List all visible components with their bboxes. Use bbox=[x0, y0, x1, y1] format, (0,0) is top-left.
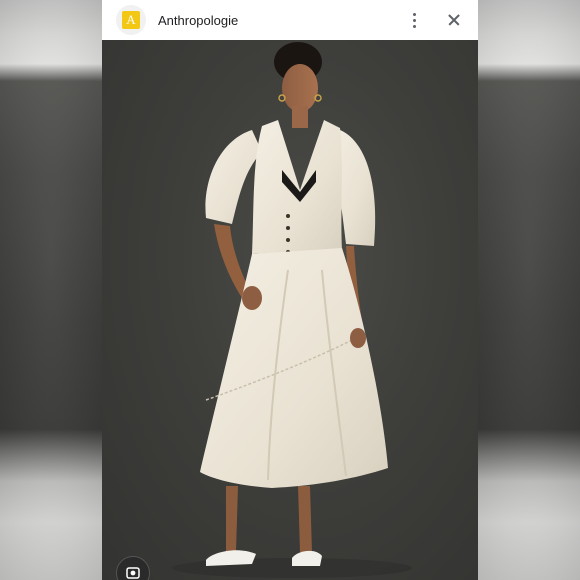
site-logo-icon: A bbox=[122, 11, 140, 29]
lens-search-icon bbox=[126, 567, 140, 579]
site-title[interactable]: Anthropologie bbox=[158, 13, 402, 28]
more-vertical-icon-dot bbox=[412, 18, 416, 22]
screen: A Anthropologie bbox=[0, 0, 580, 580]
close-button[interactable] bbox=[440, 6, 468, 34]
more-options-button[interactable] bbox=[402, 6, 426, 34]
image-viewer: A Anthropologie bbox=[102, 0, 478, 580]
site-favicon[interactable]: A bbox=[116, 5, 146, 35]
blurred-background-right bbox=[478, 0, 580, 580]
viewer-header: A Anthropologie bbox=[102, 0, 478, 40]
product-photo[interactable] bbox=[102, 40, 478, 580]
more-vertical-icon bbox=[412, 12, 416, 16]
model-in-white-dress bbox=[172, 42, 412, 578]
blurred-background-left bbox=[0, 0, 102, 580]
more-vertical-icon-dot bbox=[412, 24, 416, 28]
